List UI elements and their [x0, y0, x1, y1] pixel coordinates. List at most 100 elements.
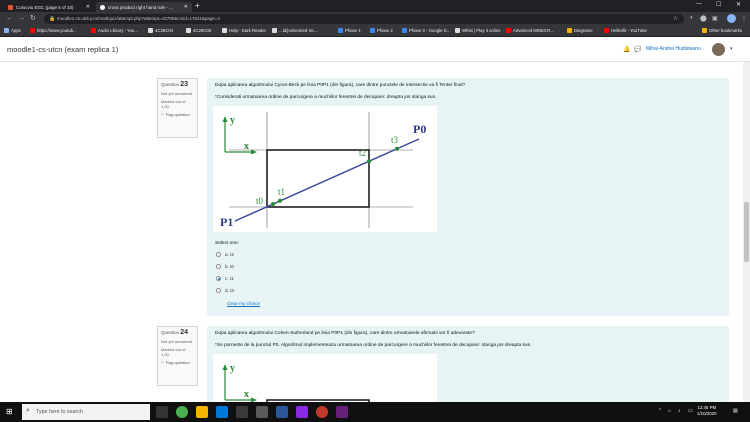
new-tab-button[interactable]: +: [195, 2, 200, 10]
bookmark-item[interactable]: Diagrame: [567, 28, 593, 33]
close-tab-icon[interactable]: ✕: [184, 4, 188, 10]
bookmark-item[interactable]: Apps: [4, 28, 21, 33]
tray-chevron-icon[interactable]: ⌃: [658, 408, 662, 414]
question-info: Question 23 Not yet answered Marked out …: [157, 78, 198, 138]
task-view-icon[interactable]: [156, 406, 168, 418]
radio-button[interactable]: [216, 252, 221, 257]
avatar[interactable]: [712, 43, 725, 56]
radio-button[interactable]: [216, 264, 221, 269]
t1-label: t1: [278, 187, 285, 197]
tab-title: cross product right hand rule - ...: [108, 4, 173, 10]
bookmark-item[interactable]: 4C28C04: [148, 28, 173, 33]
bookmark-favicon-icon: [455, 28, 460, 33]
flag-question-button[interactable]: ⚐ Flag question: [161, 112, 194, 117]
site-title[interactable]: moodle1-cs-utcn (exam replica 1): [7, 45, 118, 54]
bookmark-item[interactable]: Advanced MINECR...: [506, 28, 554, 33]
visual-studio-icon[interactable]: [336, 406, 348, 418]
line-p0p1: [234, 138, 420, 222]
browser-tab-active[interactable]: cross product right hand rule - ... ✕: [96, 2, 192, 12]
bookmark-favicon-icon: [370, 28, 375, 33]
intersection-t2: [367, 159, 371, 164]
answer-option-selected[interactable]: c. t1: [216, 276, 234, 281]
user-name[interactable]: Mihai-Andrei Hudisteanu: [646, 46, 701, 52]
browser-tab[interactable]: Colocviu EGC (page 5 of 10) ✕: [4, 2, 94, 12]
volume-icon[interactable]: ♪: [678, 408, 681, 414]
radio-button[interactable]: [216, 288, 221, 293]
profile-avatar[interactable]: [727, 14, 736, 23]
p1-label: P1: [220, 215, 233, 229]
chrome-icon[interactable]: [176, 406, 188, 418]
app-icon[interactable]: [256, 406, 268, 418]
radio-button-checked[interactable]: [216, 276, 221, 281]
extension-icon[interactable]: ▣: [712, 15, 718, 22]
search-placeholder[interactable]: Type here to search: [36, 409, 83, 415]
app-icon[interactable]: [236, 406, 248, 418]
reload-icon[interactable]: ↻: [30, 15, 36, 22]
mail-icon[interactable]: [216, 406, 228, 418]
answer-option[interactable]: a. t2: [216, 252, 234, 257]
bookmark-favicon-icon: [506, 28, 511, 33]
question-mark: Marked out of 1.00: [161, 99, 186, 109]
app-icon[interactable]: [276, 406, 288, 418]
close-window-icon[interactable]: ✕: [736, 1, 741, 8]
browser-tab-strip: Colocviu EGC (page 5 of 10) ✕ cross prod…: [0, 0, 750, 12]
flag-question-button[interactable]: ⚐ Flag question: [161, 360, 194, 365]
back-icon[interactable]: ←: [6, 15, 13, 22]
taskbar-search[interactable]: ⌕ Type here to search: [22, 404, 150, 420]
omnibox[interactable]: 🔒 moodle1.cs.utcluj.ro/mod/quiz/attempt.…: [44, 14, 684, 24]
t0-label: t0: [256, 196, 264, 206]
windows-start-icon[interactable]: ⊞: [6, 407, 13, 416]
question-info: Question 24 Not yet answered Marked out …: [157, 326, 198, 386]
menu-icon[interactable]: ⋮: [741, 15, 747, 22]
extension-icon[interactable]: ⬤: [700, 15, 707, 22]
bookmark-item[interactable]: Phase 2: [370, 28, 393, 33]
page-scrollbar[interactable]: [743, 62, 750, 402]
option-label: c. t1: [225, 276, 234, 281]
notifications-icon[interactable]: ▤: [733, 408, 738, 414]
bookmark-item[interactable]: https://www.youtub...: [30, 28, 77, 33]
battery-icon[interactable]: ▭: [688, 408, 693, 414]
tab-title: Colocviu EGC (page 5 of 10): [16, 4, 74, 10]
bookmark-item[interactable]: 4C28C05: [186, 28, 211, 33]
bookmark-item[interactable]: Phase 3 - Google D...: [402, 28, 450, 33]
extension-icon[interactable]: ◐: [690, 15, 694, 21]
bookmark-item[interactable]: Help - Dark Reader: [222, 28, 266, 33]
bookmark-label: Diagrame: [574, 28, 593, 33]
question-text: Dupa aplicarea algoritmului Cohen-Suther…: [215, 331, 475, 336]
notification-bell-icon[interactable]: 🔔: [623, 46, 630, 53]
search-icon: ⌕: [26, 407, 30, 414]
bookmark-item[interactable]: Other bookmarks: [702, 28, 742, 33]
bookmark-favicon-icon: [222, 28, 227, 33]
bookmark-favicon-icon: [148, 28, 153, 33]
bookmark-label: Advanced MINECR...: [513, 28, 554, 33]
close-tab-icon[interactable]: ✕: [86, 4, 90, 10]
option-label: a. t2: [225, 252, 234, 257]
app-icon[interactable]: [316, 406, 328, 418]
bookmark-item[interactable]: Hellexfit - YouTube: [604, 28, 647, 33]
file-explorer-icon[interactable]: [196, 406, 208, 418]
url-text[interactable]: moodle1.cs.utcluj.ro/mod/quiz/attempt.ph…: [57, 16, 220, 21]
app-icon[interactable]: [296, 406, 308, 418]
bookmark-label: Hellexfit - YouTube: [611, 28, 647, 33]
answer-option[interactable]: d. t3: [216, 288, 234, 293]
scrollbar-thumb[interactable]: [744, 202, 749, 262]
clear-choice-link[interactable]: Clear my choice: [227, 301, 260, 306]
answer-option[interactable]: b. t0: [216, 264, 234, 269]
bookmark-item[interactable]: Audio Library - You...: [91, 28, 138, 33]
minimize-icon[interactable]: —: [696, 1, 702, 7]
bookmark-star-icon[interactable]: ☆: [673, 15, 678, 22]
bookmark-label: https://www.youtub...: [37, 28, 77, 33]
chevron-down-icon[interactable]: ▾: [730, 46, 733, 52]
messages-icon[interactable]: 💬: [634, 46, 641, 53]
network-icon[interactable]: ⌂: [668, 408, 671, 414]
address-toolbar: ← → ↻ 🔒 moodle1.cs.utcluj.ro/mod/quiz/at…: [0, 12, 750, 26]
bookmark-label: Phase 1: [345, 28, 361, 33]
question-content: Dupa aplicarea algoritmului Cohen-Suther…: [207, 326, 729, 402]
bookmark-item[interactable]: Whist | Play it online: [455, 28, 501, 33]
bookmark-item[interactable]: Phase 1: [338, 28, 361, 33]
maximize-icon[interactable]: ☐: [716, 1, 721, 8]
clipping-figure: y x t0 t1 t2 t3 P0 P1: [213, 106, 437, 232]
taskbar-clock[interactable]: 12:45 PM 1/10/2020: [697, 405, 717, 417]
bookmark-item[interactable]: ...td/joeloomed-Inc...: [272, 28, 318, 33]
forward-icon[interactable]: →: [18, 15, 25, 22]
